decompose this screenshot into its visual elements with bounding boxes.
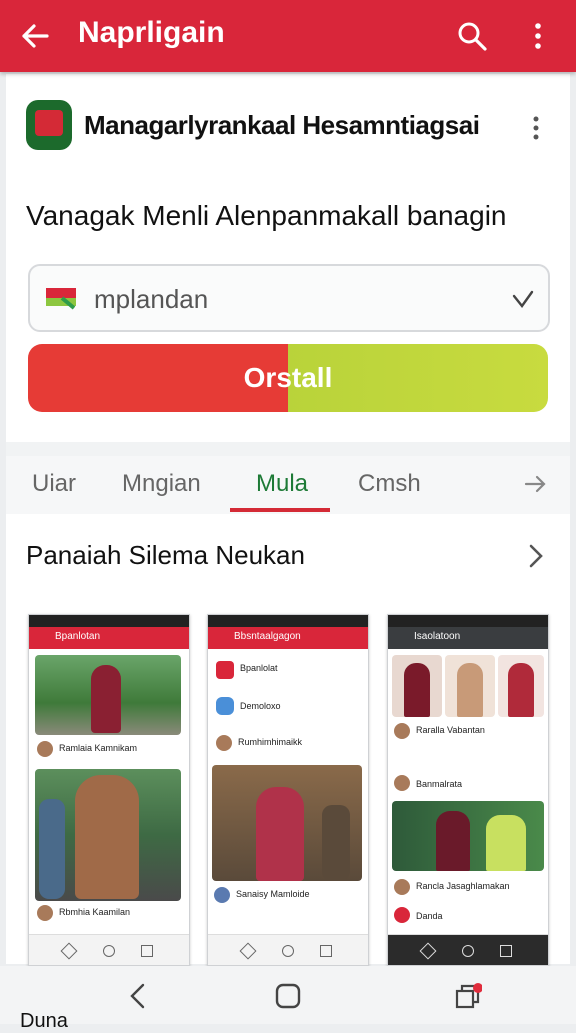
- avatar: [37, 741, 53, 757]
- divider: [6, 442, 570, 456]
- arrow-right-icon[interactable]: [524, 472, 546, 496]
- tab-uiar[interactable]: Uiar: [32, 470, 76, 498]
- post-author: Rbmhia Kaamilan: [59, 907, 131, 917]
- photo: [392, 801, 544, 871]
- tab-bar: Uiar Mngian Mula Cmsh: [6, 456, 570, 514]
- avatar: [216, 735, 232, 751]
- post-author: Rancla Jasaghlamakan: [416, 881, 510, 891]
- post-author: Ramlaia Kamnikam: [59, 743, 138, 753]
- avatar: [37, 905, 53, 921]
- photo: [498, 655, 544, 717]
- home-icon[interactable]: [274, 982, 302, 1010]
- more-vert-icon[interactable]: [528, 20, 548, 52]
- post-author: Rumhimhimaikk: [238, 737, 303, 747]
- screenshot-1[interactable]: Bpanlotan Ramlaia Kamnikam Rbmhia Kaamil…: [28, 614, 190, 966]
- more-vert-icon[interactable]: [526, 114, 546, 142]
- list-item: Bpanlolat: [240, 663, 278, 673]
- photo: [35, 769, 181, 901]
- back-icon[interactable]: [124, 982, 152, 1010]
- photo: [212, 765, 362, 881]
- avatar: [394, 907, 410, 923]
- system-nav-bar: [0, 966, 576, 1024]
- post-author: Sanaisy Mamloide: [236, 889, 310, 899]
- arrow-left-icon[interactable]: [20, 22, 50, 50]
- screenshot-app-bar: Bbsntaalgagon: [208, 627, 368, 649]
- screenshot-nav-bar: [388, 934, 548, 965]
- search-icon[interactable]: [456, 20, 488, 52]
- app-subtitle: Vanagak Menli Alenpanmakall banagin: [26, 200, 507, 231]
- recents-icon[interactable]: [454, 982, 482, 1010]
- post-author: Banmalrata: [416, 779, 463, 789]
- screenshot-app-bar: Bpanlotan: [29, 627, 189, 649]
- tab-mngian[interactable]: Mngian: [122, 470, 201, 498]
- chevron-right-icon[interactable]: [526, 542, 546, 570]
- flag-icon: [46, 288, 76, 310]
- avatar: [214, 887, 230, 903]
- list-item: Demoloxo: [240, 701, 281, 711]
- app-details-card: Managarlyrankaal Hesamntiagsai Vanagak M…: [6, 74, 570, 966]
- post-author: Raralla Vabantan: [416, 725, 485, 735]
- screenshot-title: Bpanlotan: [55, 631, 101, 642]
- app-name: Managarlyrankaal Hesamntiagsai: [84, 110, 480, 140]
- peek-text: Duna: [20, 1010, 68, 1032]
- list-icon: [216, 661, 234, 679]
- post-author: Danda: [416, 911, 443, 921]
- photo: [35, 655, 181, 735]
- screenshot-app-bar: Isaolatoon: [388, 627, 548, 649]
- location-field[interactable]: mplandan: [28, 264, 550, 332]
- screenshot-2[interactable]: Bbsntaalgagon Bpanlolat Demoloxo Rumhimh…: [207, 614, 369, 966]
- photo: [445, 655, 495, 717]
- screenshot-title: Isaolatoon: [414, 631, 461, 642]
- section-title: Panaiah Silema Neukan: [26, 540, 305, 570]
- avatar: [394, 879, 410, 895]
- screenshot-3[interactable]: Isaolatoon Raralla Vabantan Banmalrata R…: [387, 614, 549, 966]
- list-icon: [216, 697, 234, 715]
- tab-mula[interactable]: Mula: [256, 470, 308, 498]
- signal-icon: [512, 290, 534, 308]
- screenshot-title: Bbsntaalgagon: [234, 631, 301, 642]
- location-value: mplandan: [94, 284, 209, 314]
- tab-cmsh[interactable]: Cmsh: [358, 470, 421, 498]
- photo: [392, 655, 442, 717]
- screenshot-nav-bar: [208, 934, 368, 965]
- avatar: [394, 723, 410, 739]
- install-button[interactable]: Orstall: [28, 344, 548, 412]
- page-title: Naprligain: [78, 16, 225, 49]
- app-logo-icon: [26, 100, 72, 150]
- active-tab-indicator: [230, 508, 330, 512]
- screenshot-nav-bar: [29, 934, 189, 965]
- app-bar: Naprligain: [0, 0, 576, 72]
- avatar: [394, 775, 410, 791]
